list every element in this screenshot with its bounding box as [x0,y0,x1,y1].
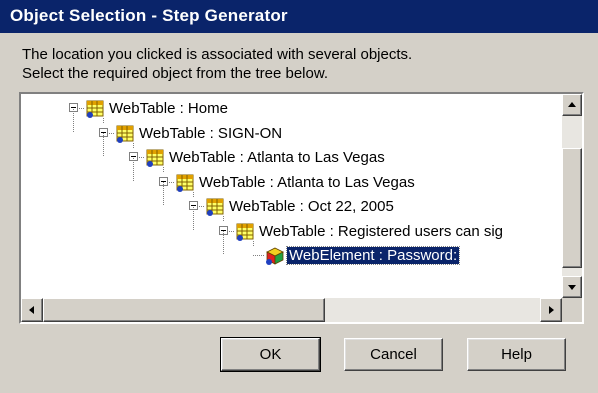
scroll-down-button[interactable] [562,276,582,298]
dialog-title: Object Selection - Step Generator [10,6,288,25]
tree-node-label[interactable]: WebTable : SIGN-ON [137,125,284,142]
tree-node-label[interactable]: WebTable : Home [107,100,230,117]
ok-button[interactable]: OK [220,337,321,372]
help-button[interactable]: Help [467,338,566,371]
tree-connector-line [253,255,265,256]
webtable-grid-icon [146,149,164,167]
tree-node-label[interactable]: WebTable : Atlanta to Las Vegas [197,174,417,191]
tree-connector-line [73,108,74,133]
horizontal-scroll-thumb[interactable] [43,298,325,322]
webtable-grid-icon [176,174,194,192]
webelement-cube-icon [266,247,284,265]
tree-node-label[interactable]: WebTable : Registered users can sig [257,223,505,240]
webtable-grid-icon [236,223,254,241]
scroll-up-button[interactable] [562,94,582,116]
tree-node[interactable]: WebTable : Atlanta to Las Vegas [21,133,562,173]
tree-node-label-selected[interactable]: WebElement : Password: [285,246,461,265]
tree-connector-line [163,182,164,206]
tree-node-label[interactable]: WebTable : Atlanta to Las Vegas [167,149,387,166]
arrow-left-icon [29,306,34,314]
webtable-grid-icon [206,198,224,216]
tree-connector-line [133,157,134,182]
title-bar[interactable]: Object Selection - Step Generator [0,0,598,33]
tree-node[interactable]: WebTable : Registered users can sig [21,206,562,247]
tree-connector-line [223,231,224,255]
webtable-grid-icon [86,100,104,118]
tree-node-label[interactable]: WebTable : Oct 22, 2005 [227,198,396,215]
tree-node[interactable]: WebElement : Password: [21,231,562,267]
cancel-button[interactable]: Cancel [344,338,443,371]
webtable-grid-icon [116,125,134,143]
arrow-up-icon [568,102,576,107]
vertical-scroll-thumb[interactable] [562,148,582,268]
arrow-down-icon [568,285,576,290]
tree-connector-line [193,206,194,231]
tree-node[interactable]: WebTable : Home [21,98,562,124]
scrollbar-corner [562,298,582,322]
instruction-line-2: Select the required object from the tree… [22,65,329,82]
horizontal-scrollbar[interactable] [21,298,562,322]
tree-node[interactable]: WebTable : Oct 22, 2005 [21,182,562,222]
tree-connector-line [103,133,104,157]
instruction-line-1: The location you clicked is associated w… [22,46,413,63]
vertical-scrollbar[interactable] [562,94,582,298]
scroll-right-button[interactable] [540,298,562,322]
object-tree[interactable]: WebTable : Home WebTable : SIGN-ON WebTabl… [19,92,584,324]
object-selection-dialog: Object Selection - Step Generator The lo… [0,0,598,393]
scroll-left-button[interactable] [21,298,43,322]
tree-node[interactable]: WebTable : Atlanta to Las Vegas [21,157,562,198]
arrow-right-icon [549,306,554,314]
tree-viewport: WebTable : Home WebTable : SIGN-ON WebTabl… [21,94,562,298]
